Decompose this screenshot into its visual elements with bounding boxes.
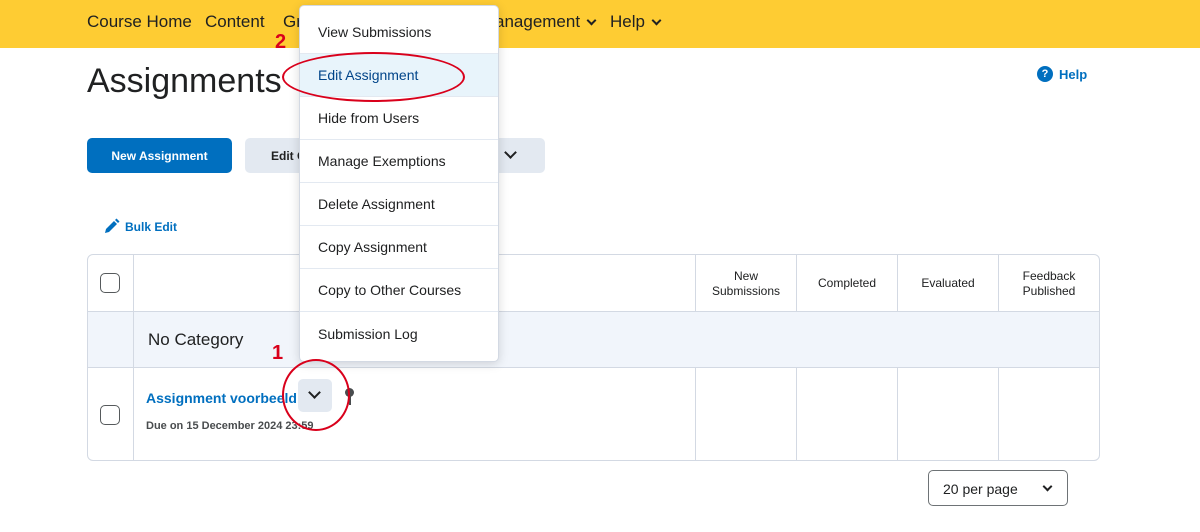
column-header-feedback-published[interactable]: Feedback Published (999, 255, 1099, 312)
column-divider (998, 368, 999, 460)
column-divider (998, 255, 999, 312)
nav-content[interactable]: Content (205, 12, 265, 32)
assignment-link[interactable]: Assignment voorbeeld (146, 390, 297, 406)
nav-management[interactable]: anagement (495, 12, 597, 32)
column-header-new-submissions[interactable]: New Submissions (696, 255, 796, 312)
assignments-table: New Submissions Completed Evaluated Feed… (87, 254, 1100, 461)
menu-item-copy-assignment[interactable]: Copy Assignment (300, 226, 498, 269)
help-circle-icon: ? (1037, 66, 1053, 82)
top-navbar: Course Home Content Gr anagement Help (0, 0, 1200, 48)
column-divider (897, 255, 898, 312)
per-page-select[interactable]: 20 per page (928, 470, 1068, 506)
annotation-step-1: 1 (272, 342, 284, 364)
category-label: No Category (148, 330, 244, 349)
column-divider (695, 368, 696, 460)
menu-item-manage-exemptions[interactable]: Manage Exemptions (300, 140, 498, 183)
menu-item-submission-log[interactable]: Submission Log (300, 312, 498, 355)
table-row: Assignment voorbeeld Due on 15 December … (88, 368, 1099, 460)
select-all-checkbox[interactable] (100, 273, 120, 293)
row-checkbox[interactable] (100, 405, 120, 425)
chevron-down-icon (504, 146, 517, 159)
column-divider (796, 368, 797, 460)
chevron-down-icon (586, 15, 597, 26)
new-assignment-button[interactable]: New Assignment (87, 138, 232, 173)
column-divider (796, 255, 797, 312)
annotation-step-2: 2 (275, 31, 287, 53)
column-divider (897, 368, 898, 460)
category-row: No Category (88, 312, 1099, 368)
page-title: Assignments (87, 62, 282, 100)
column-header-evaluated[interactable]: Evaluated (898, 255, 998, 312)
chevron-down-icon (651, 15, 662, 26)
nav-help-label: Help (610, 12, 645, 31)
menu-item-delete-assignment[interactable]: Delete Assignment (300, 183, 498, 226)
chevron-down-icon (1042, 481, 1053, 492)
menu-item-view-submissions[interactable]: View Submissions (300, 11, 498, 54)
help-link-label: Help (1059, 66, 1088, 82)
help-link[interactable]: ? Help (1037, 66, 1087, 82)
nav-course-home[interactable]: Course Home (87, 12, 192, 32)
assignment-due-date: Due on 15 December 2024 23:59 (146, 420, 314, 432)
nav-help[interactable]: Help (610, 12, 662, 32)
bulk-edit-link[interactable]: Bulk Edit (103, 218, 177, 235)
annotation-ring-actions-button (282, 359, 350, 431)
per-page-label: 20 per page (943, 481, 1018, 497)
pencil-icon (105, 218, 120, 233)
table-header-row: New Submissions Completed Evaluated Feed… (88, 255, 1099, 312)
menu-item-copy-to-other-courses[interactable]: Copy to Other Courses (300, 269, 498, 312)
nav-management-label: anagement (495, 12, 581, 31)
annotation-ring-edit-assignment (282, 52, 465, 102)
column-divider (133, 255, 134, 460)
menu-item-hide-from-users[interactable]: Hide from Users (300, 97, 498, 140)
column-header-completed[interactable]: Completed (797, 255, 897, 312)
bulk-edit-label: Bulk Edit (125, 219, 178, 234)
column-divider (695, 255, 696, 312)
